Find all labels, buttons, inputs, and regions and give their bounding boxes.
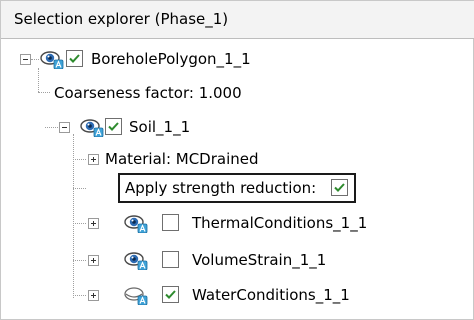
panel-title: Selection explorer (Phase_1) — [14, 10, 229, 28]
thermal-conditions-checkbox[interactable] — [162, 214, 179, 231]
coarseness-factor-label: Coarseness factor: 1.000 — [54, 84, 242, 102]
tree-item-soil[interactable]: Soil_1_1 — [1, 115, 474, 139]
tree-item-volume-strain[interactable]: VolumeStrain_1_1 — [1, 248, 474, 272]
selection-explorer-panel: Selection explorer (Phase_1) BoreholePol… — [0, 0, 474, 320]
thermal-conditions-label: ThermalConditions_1_1 — [192, 214, 368, 232]
strength-reduction-checkbox[interactable] — [331, 179, 348, 196]
tree-item-material[interactable]: Material: MCDrained — [1, 147, 474, 171]
visibility-eye-icon[interactable] — [124, 250, 148, 270]
soil-label: Soil_1_1 — [129, 118, 191, 136]
tree-item-borehole-polygon[interactable]: BoreholePolygon_1_1 — [1, 47, 474, 71]
tree-item-coarseness-factor: Coarseness factor: 1.000 — [1, 81, 474, 105]
collapse-toggle[interactable] — [59, 122, 70, 133]
water-conditions-checkbox[interactable] — [162, 286, 179, 303]
visibility-eye-icon[interactable] — [80, 117, 104, 137]
expand-toggle[interactable] — [88, 290, 99, 301]
material-label: Material: MCDrained — [105, 150, 259, 168]
borehole-polygon-label: BoreholePolygon_1_1 — [91, 50, 251, 68]
tree-item-thermal-conditions[interactable]: ThermalConditions_1_1 — [1, 211, 474, 235]
volume-strain-label: VolumeStrain_1_1 — [192, 251, 327, 269]
strength-reduction-label: Apply strength reduction: — [125, 179, 317, 197]
expand-toggle[interactable] — [88, 255, 99, 266]
panel-header: Selection explorer (Phase_1) — [1, 1, 474, 39]
visibility-eye-icon[interactable] — [124, 213, 148, 233]
borehole-visibility-checkbox[interactable] — [66, 50, 83, 67]
expand-toggle[interactable] — [88, 218, 99, 229]
soil-visibility-checkbox[interactable] — [105, 118, 122, 135]
water-conditions-label: WaterConditions_1_1 — [192, 286, 350, 304]
expand-toggle[interactable] — [88, 154, 99, 165]
tree-guide-line — [31, 59, 39, 60]
tree-item-water-conditions[interactable]: WaterConditions_1_1 — [1, 283, 474, 307]
collapse-toggle[interactable] — [20, 54, 31, 65]
tree-item-strength-reduction[interactable]: Apply strength reduction: — [1, 176, 474, 200]
hidden-eye-icon[interactable] — [124, 285, 148, 305]
visibility-eye-icon[interactable] — [40, 49, 64, 69]
volume-strain-checkbox[interactable] — [162, 251, 179, 268]
